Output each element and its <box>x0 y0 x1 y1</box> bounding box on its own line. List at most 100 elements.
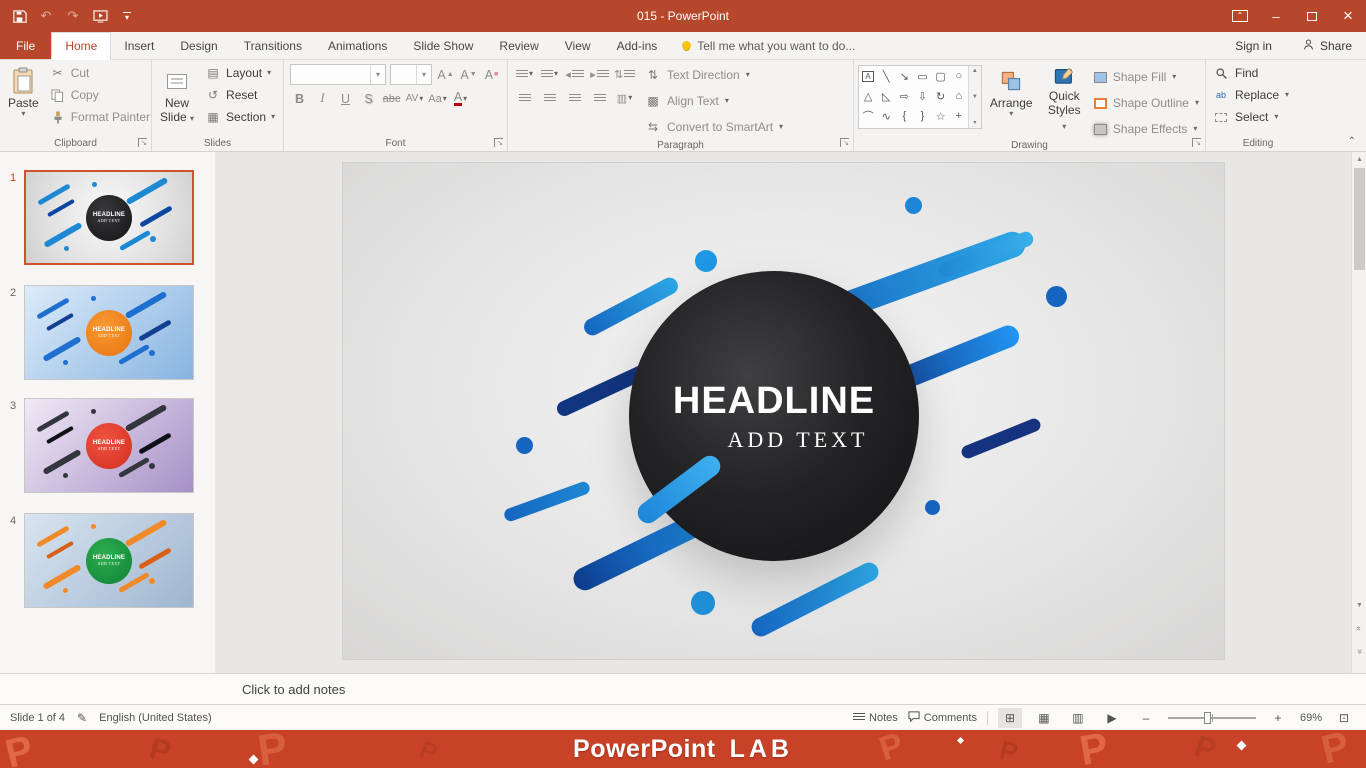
decor-capsule[interactable] <box>502 480 592 523</box>
headline-text[interactable]: HEADLINE <box>673 380 875 423</box>
zoom-out-button[interactable]: – <box>1134 708 1158 728</box>
decor-dot[interactable] <box>1046 286 1067 307</box>
paste-dropdown-icon[interactable]: ▾ <box>21 110 25 118</box>
collapse-ribbon-icon[interactable]: ⌃ <box>1348 136 1356 147</box>
tab-insert[interactable]: Insert <box>111 32 167 59</box>
font-size-dropdown-icon[interactable]: ▾ <box>416 65 431 84</box>
ribbon-display-options-icon[interactable]: ⌃ <box>1222 0 1258 32</box>
convert-to-smartart-button[interactable]: ⇆ Convert to SmartArt ▾ <box>641 116 787 138</box>
italic-button[interactable]: I <box>313 88 332 109</box>
font-dialog-launcher-icon[interactable]: ↘ <box>494 138 503 147</box>
redo-icon[interactable]: ↷ <box>64 7 82 25</box>
bullets-button[interactable]: ▾ <box>514 64 535 84</box>
drawing-dialog-launcher-icon[interactable]: ↘ <box>1192 138 1201 147</box>
shape-left-brace[interactable]: { <box>896 108 912 124</box>
slide-thumbnail-2[interactable]: HEADLINE ADD TEXT <box>24 285 194 380</box>
decor-dot[interactable] <box>905 197 922 214</box>
decor-dot[interactable] <box>925 500 940 515</box>
shapes-gallery-scrollbar[interactable]: ▲ ▼ ▾ <box>967 66 981 128</box>
shape-curve[interactable]: ∿ <box>878 108 894 124</box>
clipboard-dialog-launcher-icon[interactable]: ↘ <box>138 138 147 147</box>
next-slide-icon[interactable]: « <box>1352 644 1366 659</box>
find-button[interactable]: Find <box>1208 62 1294 84</box>
paste-button[interactable]: Paste ▾ <box>2 62 45 132</box>
add-text-placeholder[interactable]: ADD TEXT <box>728 427 869 453</box>
shape-pentagon[interactable]: ⌂ <box>951 88 967 104</box>
zoom-in-button[interactable]: + <box>1266 708 1290 728</box>
minimize-button[interactable]: – <box>1258 0 1294 32</box>
start-slideshow-icon[interactable] <box>91 7 109 25</box>
shape-arrow-right[interactable]: ⇨ <box>896 88 912 104</box>
undo-icon[interactable]: ↶ <box>37 7 55 25</box>
tab-add-ins[interactable]: Add-ins <box>604 32 671 59</box>
shape-rounded-rectangle[interactable]: ▢ <box>933 68 949 84</box>
cut-button[interactable]: ✂ Cut <box>45 62 155 84</box>
new-slide-dropdown-icon[interactable]: ▾ <box>190 114 194 123</box>
tab-transitions[interactable]: Transitions <box>231 32 315 59</box>
shape-circular-arrow[interactable]: ↻ <box>933 88 949 104</box>
zoom-slider-thumb[interactable] <box>1203 711 1211 724</box>
align-right-button[interactable] <box>564 88 585 108</box>
shapes-scroll-down-icon[interactable]: ▼ <box>972 94 978 100</box>
font-color-button[interactable]: A ▾ <box>451 88 470 109</box>
tab-slide-show[interactable]: Slide Show <box>400 32 486 59</box>
reset-button[interactable]: ↺ Reset <box>200 84 280 106</box>
tab-animations[interactable]: Animations <box>315 32 400 59</box>
shapes-scroll-up-icon[interactable]: ▲ <box>972 68 978 74</box>
sign-in-button[interactable]: Sign in <box>1219 32 1288 59</box>
shape-text-box[interactable]: A <box>860 68 876 84</box>
character-spacing-button[interactable]: AV ▾ <box>405 88 424 109</box>
decrease-indent-button[interactable]: ◂ <box>564 64 585 84</box>
spell-check-icon[interactable]: ✎ <box>77 711 87 725</box>
shape-line[interactable]: ╲ <box>878 68 894 84</box>
align-text-button[interactable]: ▩ Align Text ▾ <box>641 90 787 112</box>
zoom-level[interactable]: 69% <box>1300 712 1322 724</box>
notes-pane[interactable]: Click to add notes <box>0 673 1366 704</box>
decor-dot[interactable] <box>516 437 533 454</box>
shrink-font-button[interactable]: A ▼ <box>459 64 478 85</box>
align-left-button[interactable] <box>514 88 535 108</box>
shape-triangle[interactable]: △ <box>860 88 876 104</box>
shape-fill-button[interactable]: Shape Fill ▾ <box>1090 66 1203 88</box>
shape-right-triangle[interactable]: ◺ <box>878 88 894 104</box>
tab-review[interactable]: Review <box>486 32 551 59</box>
tab-file[interactable]: File <box>0 32 52 59</box>
scroll-up-icon[interactable]: ▲ <box>1352 152 1366 167</box>
new-slide-button[interactable]: New Slide ▾ <box>154 62 200 132</box>
text-direction-button[interactable]: ⇅ Text Direction ▾ <box>641 64 787 86</box>
slide-canvas[interactable]: HEADLINE ADD TEXT <box>343 163 1224 659</box>
save-icon[interactable] <box>10 7 28 25</box>
underline-button[interactable]: U <box>336 88 355 109</box>
tab-view[interactable]: View <box>552 32 604 59</box>
grow-font-button[interactable]: A ▲ <box>436 64 455 85</box>
shape-equation[interactable]: + <box>951 108 967 124</box>
language-indicator[interactable]: English (United States) <box>99 712 212 724</box>
maximize-button[interactable] <box>1294 0 1330 32</box>
clear-formatting-button[interactable]: A ■ <box>482 64 501 85</box>
section-button[interactable]: ▦ Section ▾ <box>200 106 280 128</box>
font-family-combobox[interactable]: ▾ <box>290 64 386 85</box>
customize-quick-access-icon[interactable]: ▾ <box>118 7 136 25</box>
text-shadow-button[interactable]: S <box>359 88 378 109</box>
normal-view-button[interactable]: ⊞ <box>997 707 1022 728</box>
decor-capsule[interactable] <box>748 559 882 640</box>
shape-arrow-line[interactable]: ↘ <box>896 68 912 84</box>
shape-star[interactable]: ☆ <box>933 108 949 124</box>
shape-outline-button[interactable]: Shape Outline ▾ <box>1090 92 1203 114</box>
slideshow-view-button[interactable]: ▶ <box>1100 708 1124 728</box>
zoom-slider[interactable] <box>1167 711 1256 724</box>
align-center-button[interactable] <box>539 88 560 108</box>
justify-button[interactable] <box>589 88 610 108</box>
shape-oval[interactable]: ○ <box>951 68 967 84</box>
slide-thumbnail-3[interactable]: HEADLINE ADD TEXT <box>24 398 194 493</box>
paragraph-dialog-launcher-icon[interactable]: ↘ <box>840 138 849 147</box>
vertical-scrollbar[interactable]: ▲ ▼ « « <box>1351 152 1366 673</box>
shape-right-brace[interactable]: } <box>914 108 930 124</box>
layout-button[interactable]: ▤ Layout ▾ <box>200 62 280 84</box>
bold-button[interactable]: B <box>290 88 309 109</box>
copy-button[interactable]: Copy <box>45 84 155 106</box>
numbering-button[interactable]: ▾ <box>539 64 560 84</box>
tab-home[interactable]: Home <box>51 32 112 60</box>
increase-indent-button[interactable]: ▸ <box>589 64 610 84</box>
slide-thumbnail-4[interactable]: HEADLINE ADD TEXT <box>24 513 194 608</box>
